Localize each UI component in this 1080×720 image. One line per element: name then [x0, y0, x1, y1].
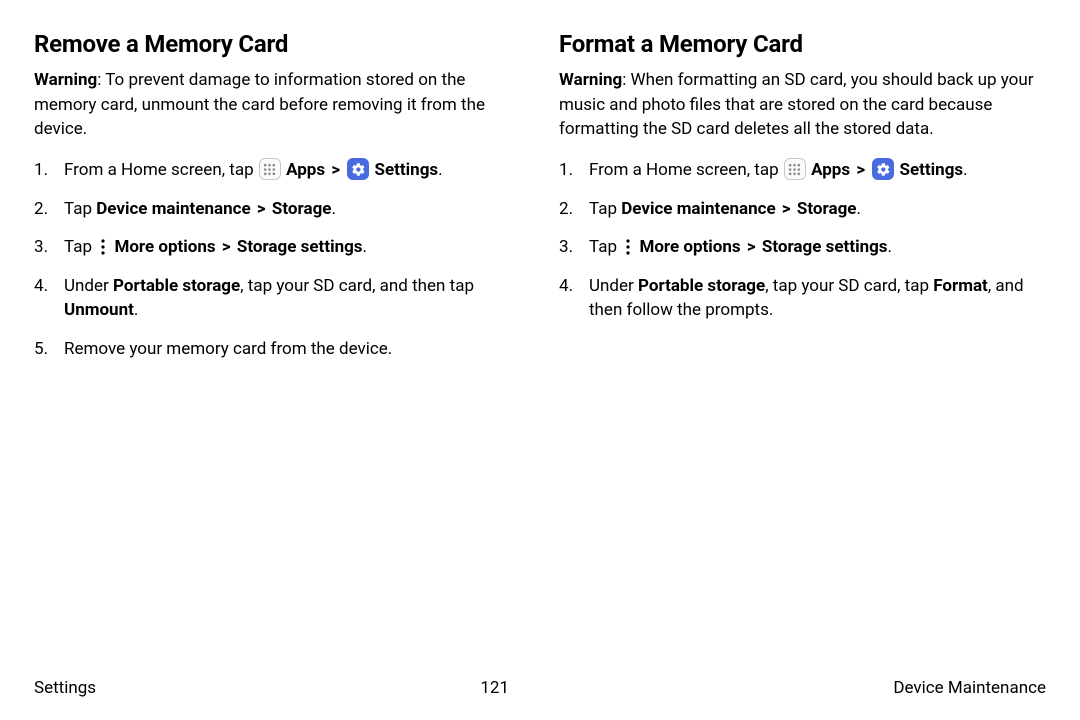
chevron-icon: > [747, 237, 756, 257]
step-text: Tap [589, 199, 621, 219]
column-format-memory-card: Format a Memory Card Warning: When forma… [559, 30, 1046, 376]
list-item: From a Home screen, tap Apps > Settings. [559, 158, 1046, 183]
settings-label: Settings [375, 160, 439, 180]
bold-text: More options [639, 237, 740, 257]
bold-text: Storage settings [237, 237, 363, 257]
apps-icon [784, 158, 806, 180]
bold-text: Device maintenance [621, 199, 775, 219]
period: . [134, 300, 138, 320]
step-text: Under [64, 276, 113, 296]
chevron-icon: > [257, 199, 266, 219]
column-remove-memory-card: Remove a Memory Card Warning: To prevent… [34, 30, 521, 376]
step-text: From a Home screen, tap [589, 160, 783, 180]
chevron-icon: > [856, 160, 865, 180]
period: . [963, 160, 967, 180]
step-text: Tap [64, 199, 96, 219]
heading-remove: Remove a Memory Card [34, 30, 521, 58]
warning-paragraph: Warning: To prevent damage to informatio… [34, 68, 521, 142]
bold-text: Storage [272, 199, 332, 219]
period: . [331, 199, 335, 219]
steps-list-remove: From a Home screen, tap Apps > Settings.… [34, 158, 521, 362]
list-item: Under Portable storage, tap your SD card… [34, 274, 521, 323]
page-footer: Settings 121 Device Maintenance [34, 678, 1046, 698]
bold-text: Portable storage [113, 276, 240, 296]
page-columns: Remove a Memory Card Warning: To prevent… [34, 30, 1046, 376]
apps-label: Apps [811, 160, 850, 180]
period: . [363, 237, 367, 257]
chevron-icon: > [222, 237, 231, 257]
step-text: , tap your SD card, and then tap [240, 276, 474, 296]
bold-text: Device maintenance [96, 199, 250, 219]
more-options-icon [622, 238, 634, 256]
warning-label: Warning [34, 70, 97, 90]
bold-text: Format [933, 276, 988, 296]
step-text: Tap [589, 237, 621, 257]
list-item: Under Portable storage, tap your SD card… [559, 274, 1046, 323]
step-text: Remove your memory card from the device. [64, 339, 392, 359]
warning-paragraph: Warning: When formatting an SD card, you… [559, 68, 1046, 142]
bold-text: Storage settings [762, 237, 888, 257]
settings-label: Settings [900, 160, 964, 180]
warning-text: : When formatting an SD card, you should… [559, 70, 1034, 139]
step-text: Tap [64, 237, 96, 257]
chevron-icon: > [782, 199, 791, 219]
more-options-icon [97, 238, 109, 256]
warning-text: : To prevent damage to information store… [34, 70, 485, 139]
list-item: Tap Device maintenance > Storage. [34, 197, 521, 222]
apps-icon [259, 158, 281, 180]
chevron-icon: > [331, 160, 340, 180]
step-text: Under [589, 276, 638, 296]
heading-format: Format a Memory Card [559, 30, 1046, 58]
bold-text: Storage [797, 199, 857, 219]
settings-icon [872, 158, 894, 180]
list-item: Tap Device maintenance > Storage. [559, 197, 1046, 222]
period: . [856, 199, 860, 219]
bold-text: More options [114, 237, 215, 257]
bold-text: Unmount [64, 300, 134, 320]
period: . [888, 237, 892, 257]
list-item: Remove your memory card from the device. [34, 337, 521, 362]
settings-icon [347, 158, 369, 180]
warning-label: Warning [559, 70, 622, 90]
footer-left: Settings [34, 678, 96, 698]
period: . [438, 160, 442, 180]
apps-label: Apps [286, 160, 325, 180]
bold-text: Portable storage [638, 276, 765, 296]
step-text: From a Home screen, tap [64, 160, 258, 180]
step-text: , tap your SD card, tap [765, 276, 933, 296]
steps-list-format: From a Home screen, tap Apps > Settings.… [559, 158, 1046, 323]
list-item: From a Home screen, tap Apps > Settings. [34, 158, 521, 183]
footer-page-number: 121 [480, 678, 509, 698]
list-item: Tap More options > Storage settings. [34, 235, 521, 260]
footer-right: Device Maintenance [893, 678, 1046, 698]
list-item: Tap More options > Storage settings. [559, 235, 1046, 260]
